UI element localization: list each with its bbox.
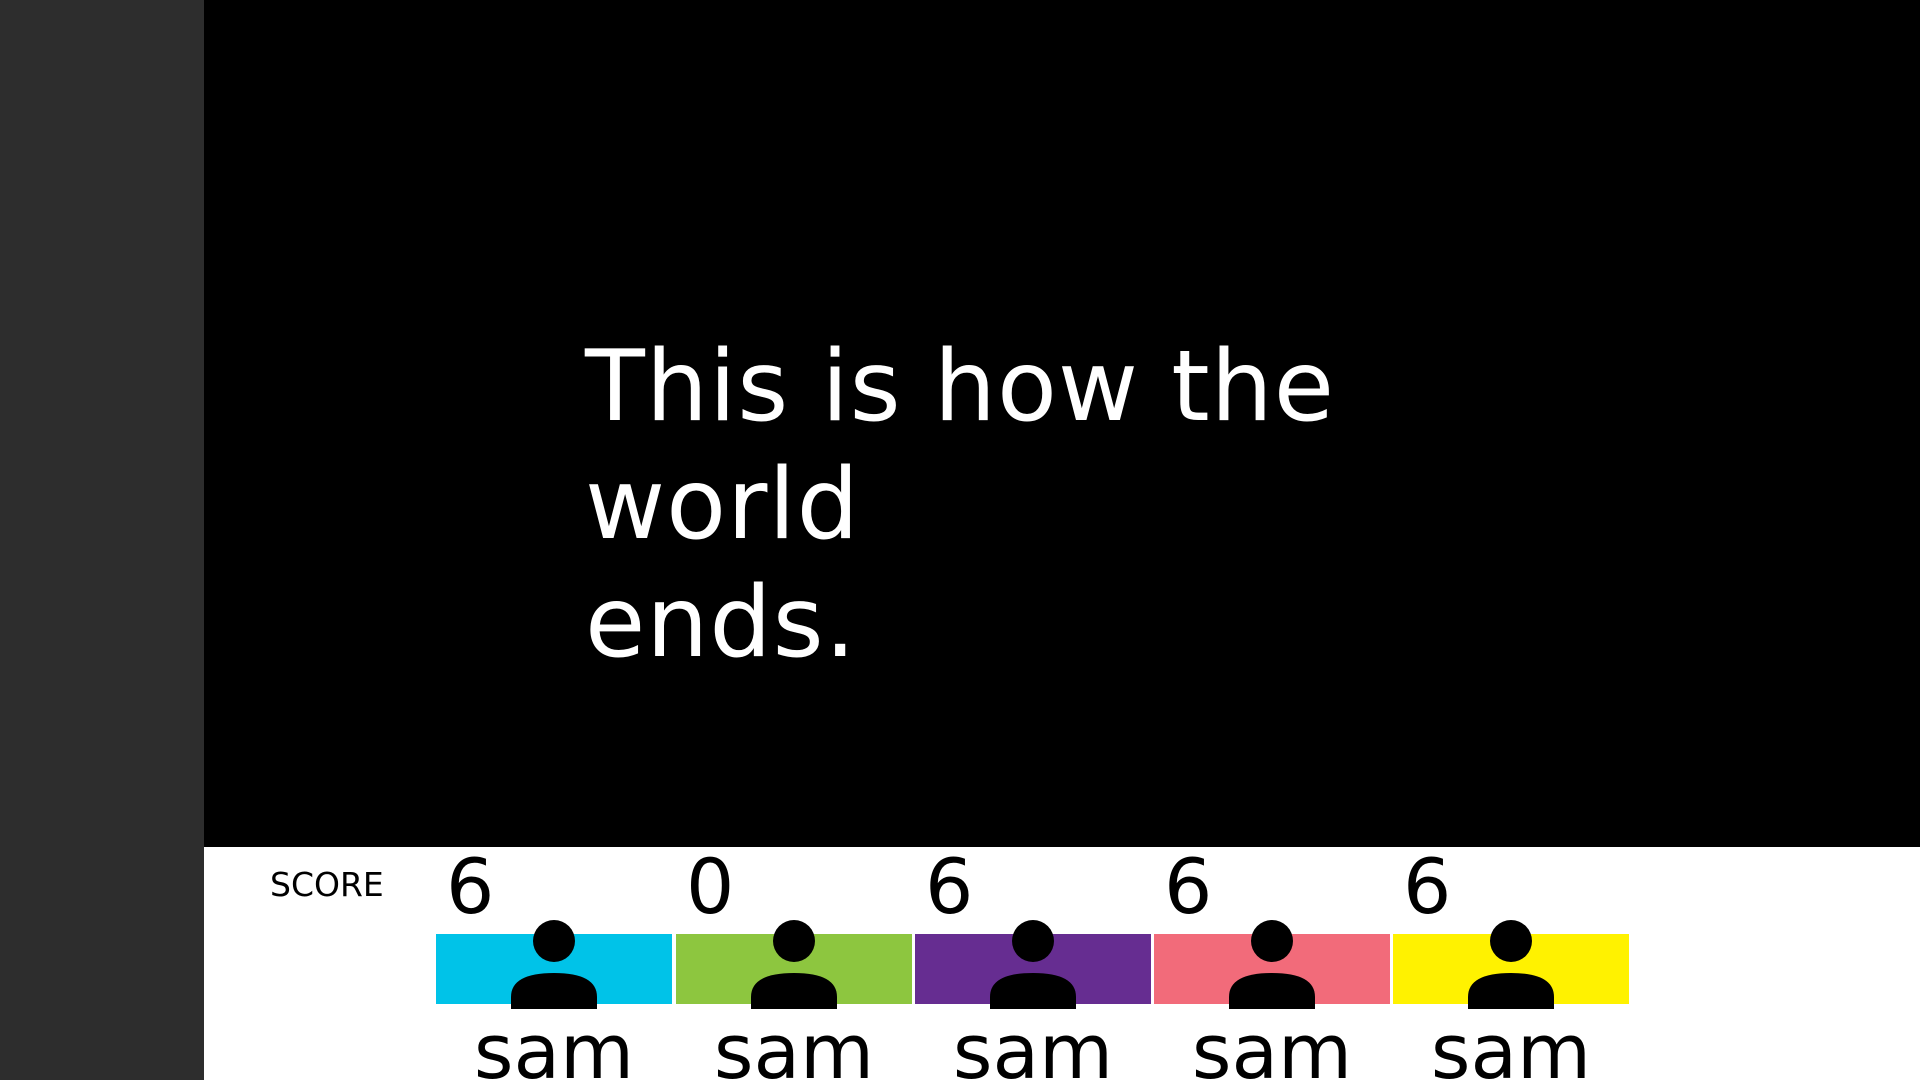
prompt-line-1: This is how the world [585,330,1336,562]
prompt-line-2: ends. [585,566,857,680]
person-icon [1468,920,1554,1009]
player-score: 6 [446,847,495,931]
player-slot-5: 6 sam [1393,847,1629,1080]
person-icon [751,920,837,1009]
player-slot-1: 6 sam [436,847,672,1080]
player-name: sam [473,1007,635,1080]
player-name: sam [1430,1007,1592,1080]
person-icon [511,920,597,1009]
player-slot-4: 6 sam [1154,847,1390,1080]
score-label: SCORE [270,865,384,904]
person-icon [1229,920,1315,1009]
left-rail [0,0,204,1080]
player-slot-2: 0 sam [676,847,912,1080]
player-score: 0 [686,847,735,931]
prompt-card-text: This is how the world ends. [585,328,1585,682]
player-score: 6 [1403,847,1452,931]
game-screen: This is how the world ends. SCORE 6 sam … [0,0,1920,1080]
prompt-stage: This is how the world ends. [204,0,1920,847]
player-name: sam [713,1007,875,1080]
player-name: sam [952,1007,1114,1080]
scoreboard: SCORE 6 sam 0 sam 6 sam 6 sam 6 sam [204,847,1920,1080]
player-slot-3: 6 sam [915,847,1151,1080]
player-name: sam [1191,1007,1353,1080]
player-score: 6 [925,847,974,931]
person-icon [990,920,1076,1009]
player-score: 6 [1164,847,1213,931]
